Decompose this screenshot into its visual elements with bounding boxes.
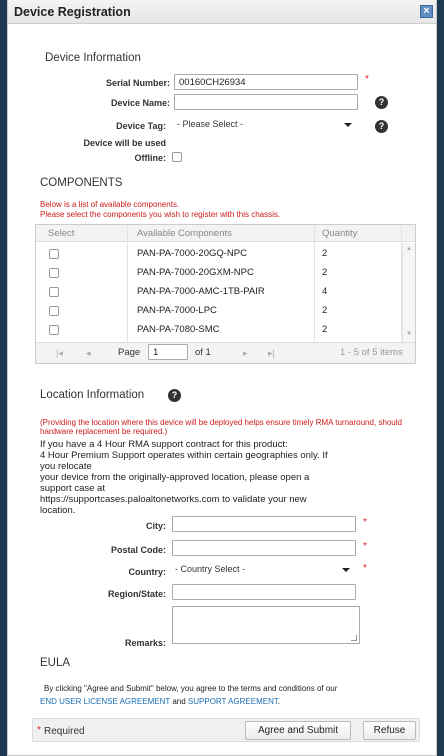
scroll-down-icon[interactable]: ▼ [406, 331, 412, 337]
grid-scrollbar[interactable]: ▲ ▼ [402, 243, 415, 342]
components-note-1: Below is a list of available components. [40, 200, 180, 209]
table-row: PAN-PA-7080-SMC 2 [36, 320, 401, 339]
device-information-heading: Device Information [45, 52, 141, 64]
country-selected-value: - Country Select - [175, 564, 246, 574]
support-paragraph-line: support case at [40, 483, 105, 494]
device-name-help-icon[interactable]: ? [375, 96, 388, 109]
backdrop-right [437, 0, 444, 756]
support-paragraph-line: If you have a 4 Hour RMA support contrac… [40, 439, 288, 450]
city-field[interactable] [172, 516, 356, 532]
eula-and: and [170, 697, 188, 706]
footer-required-mark: * [37, 725, 41, 736]
serial-number-label: Serial Number: [105, 78, 170, 88]
support-paragraph-line: 4 Hour Premium Support operates within c… [40, 450, 328, 461]
page-range: 1 - 5 of 5 items [340, 347, 403, 358]
offline-label: Offline: [134, 153, 167, 163]
city-required-mark: * [363, 517, 367, 528]
required-note: Required [44, 726, 85, 737]
region-state-field[interactable] [172, 584, 356, 600]
country-label: Country: [128, 567, 167, 577]
components-heading: COMPONENTS [40, 177, 123, 189]
table-row: PAN-PA-7000-20GQ-NPC 2 [36, 244, 401, 263]
close-icon[interactable]: × [420, 5, 433, 18]
postal-code-field[interactable] [172, 540, 356, 556]
country-required-mark: * [363, 563, 367, 574]
component-name: PAN-PA-7000-20GQ-NPC [137, 248, 247, 259]
dialog-title: Device Registration [14, 5, 131, 19]
device-name-label: Device Name: [110, 98, 170, 108]
table-row: PAN-PA-7000-20GXM-NPC 2 [36, 263, 401, 282]
remarks-label: Remarks: [124, 638, 166, 648]
offline-checkbox[interactable] [172, 152, 182, 162]
device-tag-select[interactable]: - Please Select - [174, 116, 358, 134]
eula-links-line: END USER LICENSE AGREEMENT and SUPPORT A… [40, 697, 280, 706]
page-label: Page [118, 347, 141, 358]
serial-required-mark: * [365, 74, 369, 85]
column-header-select[interactable]: Select [48, 228, 74, 239]
serial-number-field[interactable]: 00160CH26934 [174, 74, 358, 90]
region-state-label: Region/State: [107, 589, 166, 599]
eula-heading: EULA [40, 657, 71, 669]
support-paragraph-line: your device from the originally-approved… [40, 472, 310, 483]
component-quantity: 2 [322, 324, 328, 335]
component-quantity: 4 [322, 286, 328, 297]
remarks-textarea[interactable] [172, 606, 360, 644]
row-select-checkbox[interactable] [49, 287, 59, 297]
country-select[interactable]: - Country Select - [172, 561, 356, 579]
last-page-icon[interactable]: ▸| [268, 348, 275, 359]
device-tag-selected-value: - Please Select - [177, 119, 244, 129]
row-select-checkbox[interactable] [49, 249, 59, 259]
device-name-field[interactable] [174, 94, 358, 110]
scroll-up-icon[interactable]: ▲ [406, 246, 412, 252]
refuse-button[interactable]: Refuse [363, 721, 416, 740]
used-offline-label: Device will be used [83, 138, 166, 148]
postal-required-mark: * [363, 541, 367, 552]
postal-code-label: Postal Code: [110, 545, 166, 555]
dialog-footer [32, 718, 420, 742]
prev-page-icon[interactable]: ◂ [86, 348, 91, 359]
components-note-2: Please select the components you wish to… [40, 210, 281, 219]
component-name: PAN-PA-7000-20GXM-NPC [137, 267, 254, 278]
support-paragraph-line: you relocate [40, 461, 92, 472]
row-select-checkbox[interactable] [49, 268, 59, 278]
location-information-heading: Location Information [40, 389, 145, 401]
location-warning: (Providing the location where this devic… [40, 418, 402, 436]
support-agreement-link[interactable]: SUPPORT AGREEMENT [188, 697, 278, 706]
component-quantity: 2 [322, 267, 328, 278]
table-row: PAN-PA-7000-LPC 2 [36, 301, 401, 320]
device-tag-label: Device Tag: [116, 121, 166, 131]
column-header-components[interactable]: Available Components [137, 228, 232, 239]
eula-link[interactable]: END USER LICENSE AGREEMENT [40, 697, 170, 706]
city-label: City: [146, 521, 166, 531]
first-page-icon[interactable]: |◂ [56, 348, 63, 359]
backdrop-left [0, 0, 7, 756]
component-name: PAN-PA-7000-AMC-1TB-PAIR [137, 286, 265, 297]
device-tag-help-icon[interactable]: ? [375, 120, 388, 133]
eula-text: By clicking "Agree and Submit" below, yo… [44, 684, 338, 693]
page-count: of 1 [195, 347, 211, 358]
component-quantity: 2 [322, 305, 328, 316]
next-page-icon[interactable]: ▸ [243, 348, 248, 359]
location-help-icon[interactable]: ? [168, 389, 181, 402]
row-select-checkbox[interactable] [49, 325, 59, 335]
agree-and-submit-button[interactable]: Agree and Submit [245, 721, 351, 740]
row-select-checkbox[interactable] [49, 306, 59, 316]
chevron-down-icon [342, 568, 350, 572]
eula-period: . [277, 697, 281, 706]
component-name: PAN-PA-7000-LPC [137, 305, 217, 316]
chevron-down-icon [344, 123, 352, 127]
support-paragraph-line: location. [40, 505, 76, 516]
component-name: PAN-PA-7080-SMC [137, 324, 220, 335]
page-number-input[interactable]: 1 [148, 344, 188, 360]
column-header-quantity[interactable]: Quantity [322, 228, 357, 239]
support-paragraph-line: https://supportcases.paloaltonetworks.co… [40, 494, 307, 505]
component-quantity: 2 [322, 248, 328, 259]
table-row: PAN-PA-7000-AMC-1TB-PAIR 4 [36, 282, 401, 301]
resize-grip-icon[interactable] [351, 635, 357, 641]
